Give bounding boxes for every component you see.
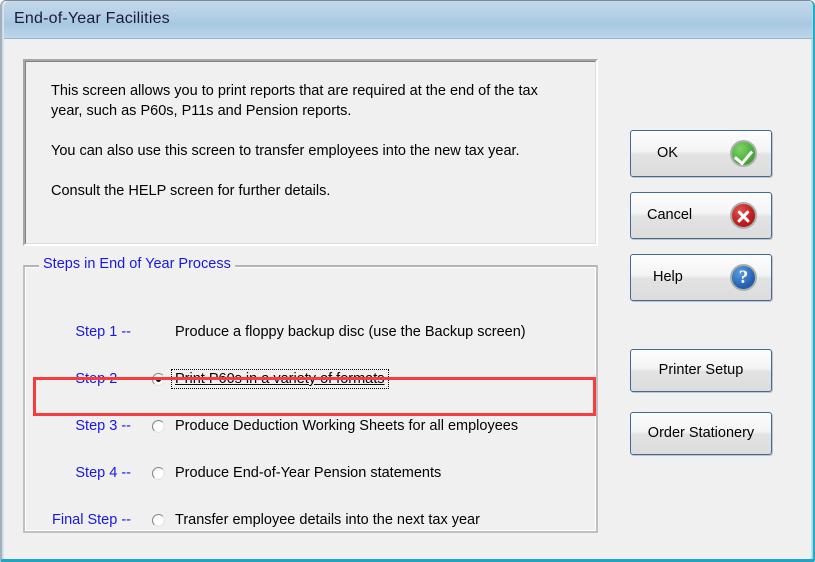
step-description-1: Produce a floppy backup disc (use the Ba…: [175, 324, 526, 340]
step-description-2[interactable]: Print P60s in a variety of formats: [171, 369, 389, 389]
description-text: This screen allows you to print reports …: [51, 81, 571, 201]
printer-setup-button-label: Printer Setup: [658, 362, 744, 379]
printer-setup-button[interactable]: Printer Setup: [630, 349, 772, 392]
radio-slot-3[interactable]: [145, 419, 171, 433]
description-paragraph-2: You can also use this screen to transfer…: [51, 143, 520, 159]
step-description-final[interactable]: Transfer employee details into the next …: [171, 512, 480, 528]
radio-slot-2[interactable]: [145, 372, 171, 386]
step-label-4: Step 4 --: [75, 465, 131, 481]
cancel-button[interactable]: Cancel: [630, 192, 772, 239]
check-circle-icon: [730, 140, 757, 167]
radio-button-step-2[interactable]: [151, 372, 165, 386]
steps-group-box-bevel: [25, 267, 596, 531]
radio-button-step-final[interactable]: [151, 513, 165, 527]
steps-group-box: Steps in End of Year Process Step 1 -- P…: [23, 256, 598, 533]
dialog-window: End-of-Year Facilities This screen allow…: [0, 0, 815, 562]
radio-button-step-3[interactable]: [151, 419, 165, 433]
step-row-2[interactable]: Step 2 -- Print P60s in a variety of for…: [27, 362, 598, 396]
title-bar[interactable]: End-of-Year Facilities: [4, 1, 812, 39]
radio-slot-final[interactable]: [145, 513, 171, 527]
radio-slot-4[interactable]: [145, 466, 171, 480]
description-panel: This screen allows you to print reports …: [23, 59, 598, 246]
step-row-4[interactable]: Step 4 -- Produce End-of-Year Pension st…: [27, 456, 598, 490]
client-area: This screen allows you to print reports …: [5, 40, 811, 556]
ok-button[interactable]: OK: [630, 130, 772, 177]
order-stationery-button-label: Order Stationery: [647, 425, 755, 442]
step-row-3[interactable]: Step 3 -- Produce Deduction Working Shee…: [27, 409, 598, 443]
order-stationery-button[interactable]: Order Stationery: [630, 412, 772, 455]
step-label-1: Step 1 --: [75, 324, 131, 340]
radio-button-step-4[interactable]: [151, 466, 165, 480]
ok-button-label: OK: [657, 145, 678, 162]
question-circle-icon: ?: [730, 264, 757, 291]
step-label-final: Final Step --: [52, 512, 131, 528]
x-circle-icon: [730, 202, 757, 229]
step-label-2: Step 2 --: [75, 371, 131, 387]
step-row-final[interactable]: Final Step -- Transfer employee details …: [27, 503, 598, 537]
step-description-3[interactable]: Produce Deduction Working Sheets for all…: [171, 418, 518, 434]
step-description-4[interactable]: Produce End-of-Year Pension statements: [171, 465, 441, 481]
cancel-button-label: Cancel: [647, 207, 693, 224]
step-label-3: Step 3 --: [75, 418, 131, 434]
step-row-1[interactable]: Step 1 -- Produce a floppy backup disc (…: [27, 315, 598, 349]
window-title: End-of-Year Facilities: [14, 10, 170, 27]
description-paragraph-1: This screen allows you to print reports …: [51, 83, 538, 119]
description-paragraph-3: Consult the HELP screen for further deta…: [51, 183, 331, 199]
help-button-label: Help: [653, 269, 683, 286]
help-button[interactable]: Help ?: [630, 254, 772, 301]
steps-group-legend: Steps in End of Year Process: [39, 256, 235, 272]
